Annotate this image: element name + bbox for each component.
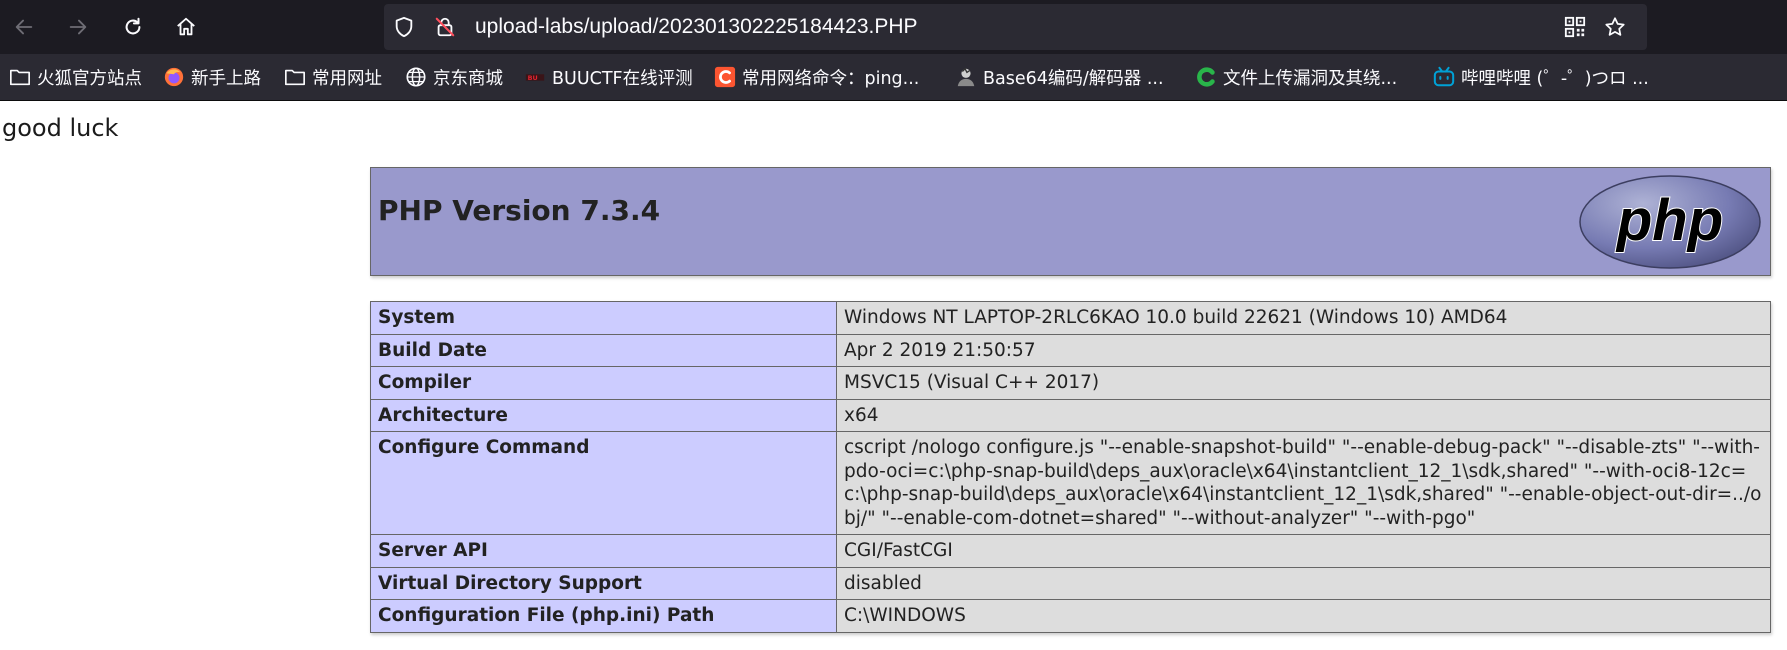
table-row: Virtual Directory Support disabled — [370, 566, 1771, 600]
row-key: Build Date — [370, 333, 837, 367]
row-key: System — [370, 301, 837, 335]
csdn-icon — [714, 66, 736, 88]
arrow-left-icon — [15, 19, 33, 35]
bilibili-icon — [1433, 66, 1455, 88]
bookmark-star-icon[interactable] — [1604, 16, 1626, 38]
bookmark-item[interactable]: 常用网址 — [284, 54, 382, 100]
url-text[interactable]: upload-labs/upload/202301302225184423.PH… — [475, 15, 918, 39]
firefox-icon — [163, 66, 185, 88]
folder-icon — [284, 66, 306, 88]
bookmark-item[interactable]: 京东商城 — [405, 54, 503, 100]
tracking-shield-icon[interactable] — [393, 16, 415, 38]
row-key: Configure Command — [370, 431, 837, 535]
globe-icon — [405, 66, 427, 88]
bookmark-item[interactable]: BU BUUCTF在线评测 — [524, 54, 693, 100]
row-key: Architecture — [370, 398, 837, 432]
bookmark-item[interactable]: 常用网络命令：ping... — [714, 54, 919, 100]
row-value: x64 — [836, 398, 1771, 432]
row-value: Apr 2 2019 21:50:57 — [836, 333, 1771, 367]
url-bar[interactable]: upload-labs/upload/202301302225184423.PH… — [384, 4, 1647, 50]
bookmark-item[interactable]: Base64编码/解码器 ... — [955, 54, 1164, 100]
qr-code-icon[interactable] — [1564, 16, 1586, 38]
bookmark-item[interactable]: 新手上路 — [163, 54, 261, 100]
back-button[interactable] — [7, 10, 41, 44]
bookmark-item[interactable]: 火狐官方站点 — [9, 54, 142, 100]
avatar-icon — [955, 66, 977, 88]
folder-icon — [9, 66, 31, 88]
page-title: PHP Version 7.3.4 — [378, 194, 661, 227]
row-key: Virtual Directory Support — [370, 566, 837, 600]
svg-text:BU: BU — [528, 74, 538, 82]
table-row: Server API CGI/FastCGI — [370, 534, 1771, 568]
insecure-lock-icon[interactable] — [434, 16, 456, 38]
table-row: Configure Command cscript /nologo configu… — [370, 431, 1771, 535]
buuctf-icon: BU — [524, 66, 546, 88]
row-value: cscript /nologo configure.js "--enable-s… — [836, 431, 1771, 535]
home-button[interactable] — [169, 10, 203, 44]
row-key: Server API — [370, 534, 837, 568]
svg-text:php: php — [1615, 188, 1723, 253]
reload-button[interactable] — [116, 10, 150, 44]
table-row: System Windows NT LAPTOP-2RLC6KAO 10.0 bu… — [370, 301, 1771, 335]
row-value: Windows NT LAPTOP-2RLC6KAO 10.0 build 22… — [836, 301, 1771, 335]
row-key: Configuration File (php.ini) Path — [370, 599, 837, 633]
php-version-header: PHP Version 7.3.4 php — [370, 167, 1771, 276]
arrow-right-icon — [69, 19, 87, 35]
table-row: Architecture x64 — [370, 398, 1771, 432]
table-row: Compiler MSVC15 (Visual C++ 2017) — [370, 366, 1771, 400]
php-logo: php — [1579, 175, 1761, 269]
row-value: MSVC15 (Visual C++ 2017) — [836, 366, 1771, 400]
c-green-icon — [1195, 66, 1217, 88]
home-icon — [177, 17, 195, 36]
row-value: CGI/FastCGI — [836, 534, 1771, 568]
table-row: Build Date Apr 2 2019 21:50:57 — [370, 333, 1771, 367]
bookmarks-bar: 火狐官方站点 新手上路 常用网址 京东商城 BU BUUCTF在线评测 常用网络… — [0, 54, 1787, 101]
bookmark-item[interactable]: 哔哩哔哩 (゜-゜)つロ ... — [1433, 54, 1649, 100]
php-info-table: System Windows NT LAPTOP-2RLC6KAO 10.0 bu… — [370, 301, 1771, 633]
table-row: Configuration File (php.ini) Path C:\WIND… — [370, 599, 1771, 633]
browser-toolbar: upload-labs/upload/202301302225184423.PH… — [0, 0, 1787, 54]
row-key: Compiler — [370, 366, 837, 400]
greeting-text: good luck — [2, 114, 119, 142]
forward-button[interactable] — [61, 10, 95, 44]
reload-icon — [125, 17, 141, 35]
row-value: disabled — [836, 566, 1771, 600]
row-value: C:\WINDOWS — [836, 599, 1771, 633]
bookmark-item[interactable]: 文件上传漏洞及其绕... — [1195, 54, 1397, 100]
